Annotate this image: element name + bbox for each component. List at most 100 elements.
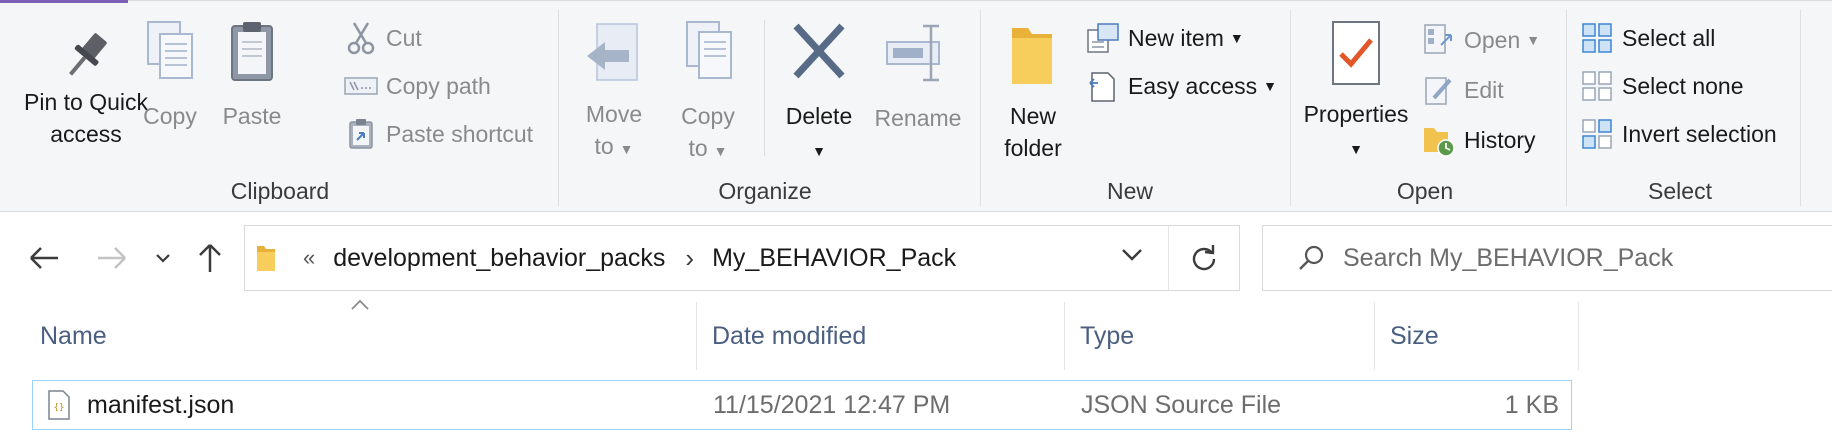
invert-selection-button[interactable]: Invert selection xyxy=(1580,114,1777,154)
copy-button[interactable]: Copy xyxy=(140,18,200,132)
history-label: History xyxy=(1464,126,1536,153)
history-button[interactable]: History xyxy=(1422,120,1536,160)
recent-locations-button[interactable] xyxy=(148,234,178,282)
edit-label: Edit xyxy=(1464,76,1504,103)
column-separator[interactable] xyxy=(696,302,697,370)
easy-access-button[interactable]: Easy access ▼ xyxy=(1086,66,1277,106)
copy-to-label-line2: to ▼ xyxy=(670,132,746,167)
select-none-button[interactable]: Select none xyxy=(1580,66,1743,106)
breadcrumb-development-behavior-packs[interactable]: development_behavior_packs xyxy=(333,244,665,273)
move-to-icon xyxy=(587,23,638,81)
properties-dropdown[interactable]: ▼ xyxy=(1300,130,1412,165)
arrow-right-icon xyxy=(98,247,126,269)
move-to-button[interactable]: Move to ▼ xyxy=(576,20,652,165)
pin-icon xyxy=(69,33,107,76)
arrow-up-icon xyxy=(199,244,221,272)
move-to-label-line2: to ▼ xyxy=(576,130,652,165)
breadcrumb-my-behavior-pack[interactable]: My_BEHAVIOR_Pack xyxy=(712,244,956,273)
new-folder-button[interactable]: New folder xyxy=(996,22,1070,164)
move-to-label-text: to xyxy=(594,133,614,159)
open-button[interactable]: Open ▼ xyxy=(1422,20,1540,60)
column-separator[interactable] xyxy=(1064,302,1065,370)
delete-x-icon xyxy=(793,23,845,79)
breadcrumb-separator[interactable]: › xyxy=(685,243,694,274)
new-group-label: New xyxy=(1106,178,1153,204)
refresh-icon xyxy=(1192,245,1216,271)
open-group-label: Open xyxy=(1396,178,1454,204)
copy-to-button[interactable]: Copy to ▼ xyxy=(670,18,746,167)
chevron-down-icon: ▼ xyxy=(812,143,826,159)
chevron-down-icon: ▼ xyxy=(713,143,728,159)
pin-to-quick-access-button[interactable]: Pin to Quick access xyxy=(14,26,158,150)
pin-label-line1: Pin to Quick xyxy=(24,89,148,115)
rename-button[interactable]: Rename xyxy=(868,22,968,134)
clipboard-icon xyxy=(231,22,273,81)
organize-group-label: Organize xyxy=(718,178,812,204)
edit-button[interactable]: Edit xyxy=(1422,70,1504,110)
arrow-left-icon xyxy=(30,247,58,269)
up-button[interactable] xyxy=(190,234,230,282)
pin-label-line2: access xyxy=(50,121,122,147)
open-icon xyxy=(1422,23,1456,57)
file-row[interactable]: {} manifest.json 11/15/2021 12:47 PM JSO… xyxy=(32,380,1572,430)
easy-access-label: Easy access xyxy=(1128,72,1258,99)
file-name: manifest.json xyxy=(87,390,235,419)
select-group-label: Select xyxy=(1648,178,1712,204)
paste-button[interactable]: Paste xyxy=(220,18,284,132)
group-separator xyxy=(1290,10,1291,206)
new-folder-label-line1: New xyxy=(1009,103,1056,129)
history-icon xyxy=(1422,123,1456,157)
group-separator xyxy=(980,10,981,206)
properties-button[interactable]: Properties ▼ xyxy=(1300,18,1412,165)
address-bar[interactable]: « development_behavior_packs › My_BEHAVI… xyxy=(244,225,1240,291)
invert-selection-label: Invert selection xyxy=(1622,120,1777,147)
paste-shortcut-icon xyxy=(344,117,378,151)
delete-button[interactable]: Delete ▼ xyxy=(778,20,860,167)
chevron-down-icon xyxy=(156,254,170,263)
chevron-down-icon: ▼ xyxy=(1349,141,1363,157)
new-folder-label-line2: folder xyxy=(1004,135,1062,161)
forward-button[interactable] xyxy=(92,234,132,282)
easy-access-icon xyxy=(1086,69,1120,103)
search-box[interactable]: Search My_BEHAVIOR_Pack xyxy=(1262,225,1832,291)
refresh-button[interactable] xyxy=(1168,225,1240,291)
move-to-label-line1: Move xyxy=(585,101,643,127)
clipboard-group-label: Clipboard xyxy=(230,178,330,204)
group-separator xyxy=(558,10,559,206)
column-separator[interactable] xyxy=(1374,302,1375,370)
svg-text:{}: {} xyxy=(54,403,65,413)
cut-button[interactable]: Cut xyxy=(344,18,422,58)
column-header-name[interactable]: Name xyxy=(28,302,696,370)
folder-icon xyxy=(1012,28,1052,84)
column-separator[interactable] xyxy=(1578,302,1579,370)
group-inner-separator xyxy=(764,20,765,156)
address-dropdown-button[interactable] xyxy=(1121,248,1143,262)
edit-icon xyxy=(1422,73,1456,107)
select-all-button[interactable]: Select all xyxy=(1580,18,1715,58)
paste-label: Paste xyxy=(222,103,282,129)
new-item-icon xyxy=(1086,21,1120,55)
chevron-down-icon: ▼ xyxy=(1263,78,1277,94)
search-icon xyxy=(1297,244,1325,272)
folder-icon xyxy=(255,243,277,273)
json-file-icon: {} xyxy=(47,381,71,429)
delete-dropdown[interactable]: ▼ xyxy=(778,132,860,167)
copy-label: Copy xyxy=(143,103,197,129)
open-label: Open xyxy=(1464,26,1521,53)
column-header-size[interactable]: Size xyxy=(1378,302,1578,370)
column-header-type[interactable]: Type xyxy=(1068,302,1374,370)
ribbon-top-border xyxy=(0,0,1832,4)
chevron-down-icon: ▼ xyxy=(1229,30,1244,46)
group-separator xyxy=(1800,10,1801,206)
paste-shortcut-button[interactable]: Paste shortcut xyxy=(344,114,533,154)
delete-label: Delete xyxy=(785,103,853,129)
file-type: JSON Source File xyxy=(1081,390,1282,419)
new-item-button[interactable]: New item ▼ xyxy=(1086,18,1244,58)
copy-path-button[interactable]: Copy path xyxy=(344,66,491,106)
new-item-label: New item xyxy=(1128,24,1224,51)
back-button[interactable] xyxy=(24,234,64,282)
column-header-date-modified[interactable]: Date modified xyxy=(700,302,1064,370)
copy-icon xyxy=(147,21,193,79)
breadcrumb-overflow[interactable]: « xyxy=(303,245,315,271)
rename-icon xyxy=(886,24,940,82)
